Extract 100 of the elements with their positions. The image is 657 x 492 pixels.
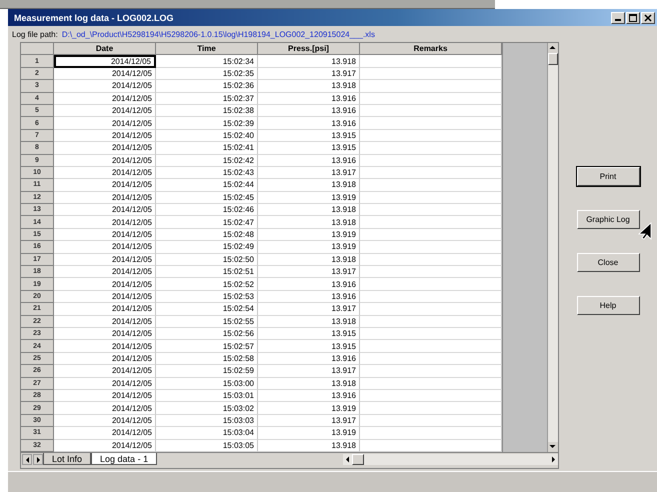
table-cell: 13.919 bbox=[258, 241, 360, 254]
table-cell: 13.916 bbox=[258, 278, 360, 291]
table-cell: 2014/12/05 bbox=[54, 352, 156, 366]
file-path: D:\_od_\Product\H5298194\H5298206-1.0.15\log\H198194_LOG002_120915024___.xls bbox=[62, 30, 375, 38]
table-cell: 15:02:35 bbox=[156, 68, 258, 80]
table-cell: 13.916 bbox=[258, 104, 360, 118]
table-cell: 13.919 bbox=[258, 427, 360, 440]
table-cell: 15:02:41 bbox=[156, 142, 258, 155]
table-cell: 2014/12/05 bbox=[54, 390, 156, 402]
table-cell: 13.915 bbox=[258, 340, 360, 353]
table-cell: 15:03:03 bbox=[156, 414, 258, 428]
scroll-thumb[interactable] bbox=[548, 53, 558, 65]
table-cell: 13.916 bbox=[258, 390, 360, 402]
table-cell: 15:02:53 bbox=[156, 290, 258, 304]
column-header[interactable]: Press.[psi] bbox=[258, 43, 360, 56]
sheet-tab[interactable]: Lot Info bbox=[43, 453, 92, 466]
action-button[interactable]: Help bbox=[576, 296, 640, 315]
table-cell: 13.918 bbox=[258, 254, 360, 266]
path-label: Log file path: bbox=[12, 30, 58, 38]
table-cell: 15:02:49 bbox=[156, 241, 258, 254]
table-cell: 15:02:39 bbox=[156, 117, 258, 130]
table-cell: 2014/12/05 bbox=[54, 92, 156, 105]
sheet-tab[interactable]: Log data - 1 bbox=[91, 453, 158, 466]
table-cell: 2014/12/05 bbox=[54, 204, 156, 216]
mouse-cursor-icon bbox=[638, 222, 652, 240]
table-cell: 2014/12/05 bbox=[54, 340, 156, 353]
table-cell: 13.918 bbox=[258, 80, 360, 93]
table-cell: 2014/12/05 bbox=[54, 303, 156, 316]
table-cell: 2014/12/05 bbox=[54, 328, 156, 340]
table-cell: 2014/12/05 bbox=[54, 117, 156, 130]
table-cell: 15:02:57 bbox=[156, 340, 258, 353]
table-cell: 13.916 bbox=[258, 154, 360, 167]
table-cell: 13.917 bbox=[258, 303, 360, 316]
table-cell: 2014/12/05 bbox=[54, 290, 156, 304]
table-cell: 15:03:02 bbox=[156, 402, 258, 415]
table-cell: 13.919 bbox=[258, 402, 360, 415]
close-button[interactable] bbox=[641, 12, 655, 24]
table-cell: 15:03:01 bbox=[156, 390, 258, 402]
table-cell: 15:02:59 bbox=[156, 365, 258, 378]
table-cell: 2014/12/05 bbox=[54, 142, 156, 155]
action-button[interactable]: Close bbox=[576, 253, 640, 272]
table-cell: 2014/12/05 bbox=[54, 179, 156, 192]
table-cell: 13.918 bbox=[258, 204, 360, 216]
table-cell: 13.916 bbox=[258, 352, 360, 366]
table-cell: 13.917 bbox=[258, 365, 360, 378]
table-cell: 13.918 bbox=[258, 316, 360, 328]
table-cell: 2014/12/05 bbox=[54, 278, 156, 291]
table-cell: 13.918 bbox=[258, 179, 360, 192]
table-cell: 15:02:43 bbox=[156, 166, 258, 180]
table-cell: 2014/12/05 bbox=[54, 55, 156, 68]
column-header[interactable]: Time bbox=[156, 43, 258, 56]
table-cell: 15:02:34 bbox=[156, 55, 258, 68]
table-cell: 2014/12/05 bbox=[54, 192, 156, 204]
table-cell: 15:02:48 bbox=[156, 228, 258, 242]
table-cell: 2014/12/05 bbox=[54, 216, 156, 229]
table-cell: 2014/12/05 bbox=[54, 254, 156, 266]
action-button[interactable]: Graphic Log bbox=[576, 210, 640, 229]
horizontal-scrollbar[interactable] bbox=[343, 454, 558, 465]
table-cell: 15:02:46 bbox=[156, 204, 258, 216]
table-cell: 13.917 bbox=[258, 68, 360, 80]
table-cell: 15:02:44 bbox=[156, 179, 258, 192]
table-cell: 13.918 bbox=[258, 216, 360, 229]
table-cell: 13.916 bbox=[258, 92, 360, 105]
action-button[interactable]: Print bbox=[576, 167, 640, 186]
table-cell: 15:02:36 bbox=[156, 80, 258, 93]
table-cell: 2014/12/05 bbox=[54, 266, 156, 278]
right-arrow-icon bbox=[549, 454, 558, 464]
table-cell: 15:02:56 bbox=[156, 328, 258, 340]
table-cell: 2014/12/05 bbox=[54, 427, 156, 440]
table-cell: 2014/12/05 bbox=[54, 414, 156, 428]
maximize-button[interactable] bbox=[626, 12, 640, 24]
table-cell: 15:02:51 bbox=[156, 266, 258, 278]
table-cell: 15:02:37 bbox=[156, 92, 258, 105]
minimize-button[interactable] bbox=[611, 12, 625, 24]
table-cell: 15:02:42 bbox=[156, 154, 258, 167]
table-cell: 15:02:40 bbox=[156, 130, 258, 142]
vertical-scrollbar[interactable] bbox=[547, 43, 558, 452]
table-cell: 15:02:58 bbox=[156, 352, 258, 366]
table-cell: 13.915 bbox=[258, 130, 360, 142]
table-cell: 13.916 bbox=[258, 290, 360, 304]
table-cell: 2014/12/05 bbox=[54, 228, 156, 242]
table-cell: 13.918 bbox=[258, 55, 360, 68]
table-cell: 2014/12/05 bbox=[54, 402, 156, 415]
table-cell: 15:03:04 bbox=[156, 427, 258, 440]
table-cell: 2014/12/05 bbox=[54, 316, 156, 328]
table-cell: 13.916 bbox=[258, 117, 360, 130]
scroll-thumb[interactable] bbox=[352, 454, 364, 465]
table-cell: 13.915 bbox=[258, 328, 360, 340]
close-icon bbox=[644, 14, 652, 22]
table-cell: 2014/12/05 bbox=[54, 104, 156, 118]
table-cell: 2014/12/05 bbox=[54, 166, 156, 180]
table-cell: 13.917 bbox=[258, 166, 360, 180]
table-cell: 13.919 bbox=[258, 192, 360, 204]
table-cell: 15:03:00 bbox=[156, 378, 258, 390]
table-cell: 2014/12/05 bbox=[54, 80, 156, 93]
column-header[interactable]: Date bbox=[54, 43, 156, 56]
table-cell: 2014/12/05 bbox=[54, 68, 156, 80]
column-header[interactable]: Remarks bbox=[360, 43, 502, 56]
maximize-icon bbox=[629, 14, 637, 22]
table-cell: 15:02:38 bbox=[156, 104, 258, 118]
